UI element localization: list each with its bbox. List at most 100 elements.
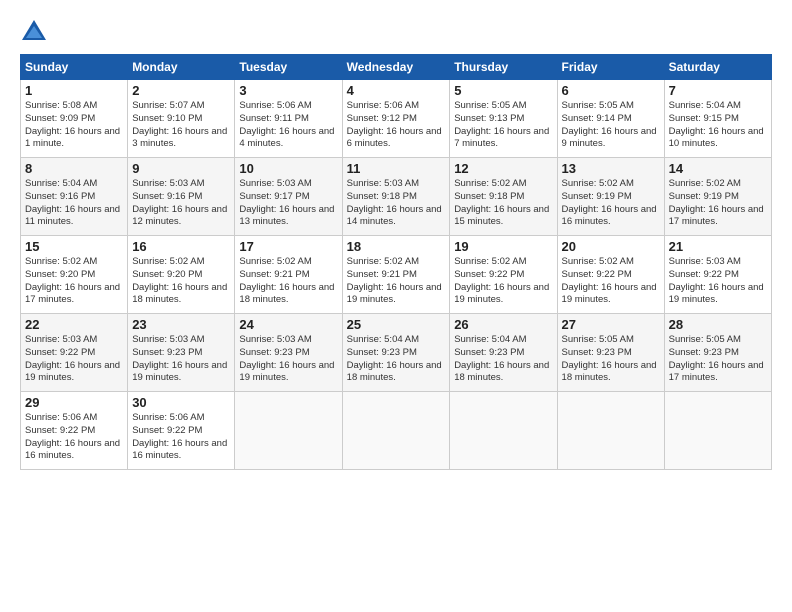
day-number: 29	[25, 395, 123, 410]
day-info: Sunrise: 5:02 AMSunset: 9:20 PMDaylight:…	[132, 256, 230, 307]
day-info: Sunrise: 5:07 AMSunset: 9:10 PMDaylight:…	[132, 100, 230, 151]
weekday-header-row: SundayMondayTuesdayWednesdayThursdayFrid…	[21, 55, 772, 80]
calendar-cell: 10Sunrise: 5:03 AMSunset: 9:17 PMDayligh…	[235, 158, 342, 236]
calendar-week-4: 22 Sunrise: 5:03 AMSunset: 9:22 PMDayligh…	[21, 314, 772, 392]
day-info: Sunrise: 5:03 AMSunset: 9:23 PMDaylight:…	[239, 334, 337, 385]
day-number: 12	[454, 161, 552, 176]
day-number: 25	[347, 317, 446, 332]
day-number: 5	[454, 83, 552, 98]
calendar-cell: 21 Sunrise: 5:03 AMSunset: 9:22 PMDayligh…	[664, 236, 771, 314]
calendar-cell: 7 Sunrise: 5:04 AMSunset: 9:15 PMDaylight…	[664, 80, 771, 158]
day-number: 4	[347, 83, 446, 98]
day-number: 26	[454, 317, 552, 332]
day-number: 14	[669, 161, 767, 176]
day-number: 28	[669, 317, 767, 332]
day-info: Sunrise: 5:08 AMSunset: 9:09 PMDaylight:…	[25, 100, 123, 151]
day-number: 18	[347, 239, 446, 254]
day-number: 22	[25, 317, 123, 332]
calendar-cell: 4 Sunrise: 5:06 AMSunset: 9:12 PMDaylight…	[342, 80, 450, 158]
day-info: Sunrise: 5:03 AMSunset: 9:18 PMDaylight:…	[347, 178, 446, 229]
calendar-cell: 29 Sunrise: 5:06 AMSunset: 9:22 PMDayligh…	[21, 392, 128, 470]
day-info: Sunrise: 5:02 AMSunset: 9:20 PMDaylight:…	[25, 256, 123, 307]
calendar-cell: 5 Sunrise: 5:05 AMSunset: 9:13 PMDaylight…	[450, 80, 557, 158]
day-info: Sunrise: 5:03 AMSunset: 9:22 PMDaylight:…	[25, 334, 123, 385]
calendar-cell	[557, 392, 664, 470]
weekday-header-friday: Friday	[557, 55, 664, 80]
day-info: Sunrise: 5:04 AMSunset: 9:23 PMDaylight:…	[347, 334, 446, 385]
day-number: 15	[25, 239, 123, 254]
day-number: 21	[669, 239, 767, 254]
calendar-cell: 9 Sunrise: 5:03 AMSunset: 9:16 PMDaylight…	[128, 158, 235, 236]
calendar-cell: 13 Sunrise: 5:02 AMSunset: 9:19 PMDayligh…	[557, 158, 664, 236]
day-info: Sunrise: 5:03 AMSunset: 9:22 PMDaylight:…	[669, 256, 767, 307]
day-info: Sunrise: 5:03 AMSunset: 9:23 PMDaylight:…	[132, 334, 230, 385]
day-info: Sunrise: 5:03 AMSunset: 9:16 PMDaylight:…	[132, 178, 230, 229]
weekday-header-wednesday: Wednesday	[342, 55, 450, 80]
calendar-cell: 12 Sunrise: 5:02 AMSunset: 9:18 PMDayligh…	[450, 158, 557, 236]
day-info: Sunrise: 5:02 AMSunset: 9:19 PMDaylight:…	[562, 178, 660, 229]
day-number: 30	[132, 395, 230, 410]
day-number: 16	[132, 239, 230, 254]
day-number: 3	[239, 83, 337, 98]
day-number: 13	[562, 161, 660, 176]
calendar: SundayMondayTuesdayWednesdayThursdayFrid…	[20, 54, 772, 470]
header	[20, 18, 772, 46]
day-info: Sunrise: 5:05 AMSunset: 9:13 PMDaylight:…	[454, 100, 552, 151]
day-number: 27	[562, 317, 660, 332]
day-info: Sunrise: 5:04 AMSunset: 9:15 PMDaylight:…	[669, 100, 767, 151]
day-number: 8	[25, 161, 123, 176]
day-info: Sunrise: 5:06 AMSunset: 9:22 PMDaylight:…	[25, 412, 123, 463]
calendar-cell	[450, 392, 557, 470]
calendar-cell: 18 Sunrise: 5:02 AMSunset: 9:21 PMDayligh…	[342, 236, 450, 314]
day-number: 2	[132, 83, 230, 98]
day-info: Sunrise: 5:05 AMSunset: 9:14 PMDaylight:…	[562, 100, 660, 151]
day-number: 1	[25, 83, 123, 98]
calendar-cell: 30 Sunrise: 5:06 AMSunset: 9:22 PMDayligh…	[128, 392, 235, 470]
day-number: 9	[132, 161, 230, 176]
day-info: Sunrise: 5:02 AMSunset: 9:19 PMDaylight:…	[669, 178, 767, 229]
day-number: 6	[562, 83, 660, 98]
day-info: Sunrise: 5:02 AMSunset: 9:18 PMDaylight:…	[454, 178, 552, 229]
calendar-cell	[664, 392, 771, 470]
day-info: Sunrise: 5:06 AMSunset: 9:22 PMDaylight:…	[132, 412, 230, 463]
calendar-cell: 24 Sunrise: 5:03 AMSunset: 9:23 PMDayligh…	[235, 314, 342, 392]
calendar-cell: 6 Sunrise: 5:05 AMSunset: 9:14 PMDaylight…	[557, 80, 664, 158]
day-info: Sunrise: 5:02 AMSunset: 9:21 PMDaylight:…	[347, 256, 446, 307]
calendar-cell: 3Sunrise: 5:06 AMSunset: 9:11 PMDaylight…	[235, 80, 342, 158]
calendar-week-1: 1 Sunrise: 5:08 AMSunset: 9:09 PMDaylight…	[21, 80, 772, 158]
calendar-cell	[235, 392, 342, 470]
day-info: Sunrise: 5:05 AMSunset: 9:23 PMDaylight:…	[669, 334, 767, 385]
day-number: 20	[562, 239, 660, 254]
day-number: 19	[454, 239, 552, 254]
weekday-header-tuesday: Tuesday	[235, 55, 342, 80]
day-info: Sunrise: 5:03 AMSunset: 9:17 PMDaylight:…	[239, 178, 337, 229]
calendar-cell: 23 Sunrise: 5:03 AMSunset: 9:23 PMDayligh…	[128, 314, 235, 392]
logo	[20, 18, 52, 46]
calendar-cell	[342, 392, 450, 470]
calendar-cell: 1 Sunrise: 5:08 AMSunset: 9:09 PMDaylight…	[21, 80, 128, 158]
calendar-cell: 15 Sunrise: 5:02 AMSunset: 9:20 PMDayligh…	[21, 236, 128, 314]
calendar-week-2: 8 Sunrise: 5:04 AMSunset: 9:16 PMDaylight…	[21, 158, 772, 236]
calendar-cell: 25 Sunrise: 5:04 AMSunset: 9:23 PMDayligh…	[342, 314, 450, 392]
weekday-header-monday: Monday	[128, 55, 235, 80]
day-info: Sunrise: 5:06 AMSunset: 9:12 PMDaylight:…	[347, 100, 446, 151]
calendar-cell: 11Sunrise: 5:03 AMSunset: 9:18 PMDayligh…	[342, 158, 450, 236]
day-info: Sunrise: 5:02 AMSunset: 9:21 PMDaylight:…	[239, 256, 337, 307]
calendar-cell: 26Sunrise: 5:04 AMSunset: 9:23 PMDayligh…	[450, 314, 557, 392]
calendar-cell: 19 Sunrise: 5:02 AMSunset: 9:22 PMDayligh…	[450, 236, 557, 314]
day-info: Sunrise: 5:02 AMSunset: 9:22 PMDaylight:…	[562, 256, 660, 307]
calendar-cell: 2 Sunrise: 5:07 AMSunset: 9:10 PMDaylight…	[128, 80, 235, 158]
day-number: 7	[669, 83, 767, 98]
day-number: 24	[239, 317, 337, 332]
calendar-cell: 14 Sunrise: 5:02 AMSunset: 9:19 PMDayligh…	[664, 158, 771, 236]
calendar-cell: 20 Sunrise: 5:02 AMSunset: 9:22 PMDayligh…	[557, 236, 664, 314]
day-number: 17	[239, 239, 337, 254]
calendar-cell: 8 Sunrise: 5:04 AMSunset: 9:16 PMDaylight…	[21, 158, 128, 236]
day-info: Sunrise: 5:02 AMSunset: 9:22 PMDaylight:…	[454, 256, 552, 307]
day-info: Sunrise: 5:04 AMSunset: 9:16 PMDaylight:…	[25, 178, 123, 229]
calendar-cell: 27Sunrise: 5:05 AMSunset: 9:23 PMDayligh…	[557, 314, 664, 392]
logo-icon	[20, 18, 48, 46]
calendar-cell: 22 Sunrise: 5:03 AMSunset: 9:22 PMDayligh…	[21, 314, 128, 392]
day-number: 23	[132, 317, 230, 332]
calendar-week-5: 29 Sunrise: 5:06 AMSunset: 9:22 PMDayligh…	[21, 392, 772, 470]
